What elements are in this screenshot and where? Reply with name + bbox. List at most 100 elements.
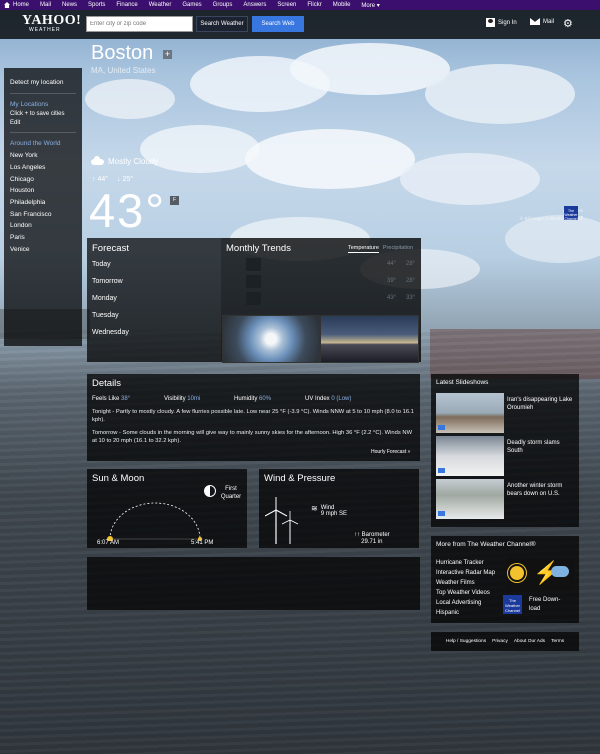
wind-icon: ≋ [311,504,318,513]
add-city-button[interactable]: + [163,50,172,59]
twc-link-local-advertising[interactable]: Local Advertising [436,598,495,608]
visibility-value: 10mi [187,396,201,402]
forecast-day-tomorrow[interactable]: Tomorrow [92,278,218,285]
twc-link-weather-films[interactable]: Weather Films [436,578,495,588]
trend-high: 43° [387,295,397,301]
trends-title: Monthly Trends [226,243,291,254]
twc-link-top-videos[interactable]: Top Weather Videos [436,588,495,598]
search-input[interactable] [86,16,193,32]
edit-locations-link[interactable]: Edit [10,119,76,128]
city-link-chicago[interactable]: Chicago [10,174,76,186]
tab-precipitation[interactable]: Precipitation [383,245,413,253]
footer-help-link[interactable]: Help / Suggestions [446,639,486,644]
city-link-new-york[interactable]: New York [10,150,76,162]
snow-cloud-icon [551,566,569,577]
city-link-venice[interactable]: Venice [10,244,76,256]
nav-screen[interactable]: Screen [277,2,296,8]
top-nav-bar: Home Mail News Sports Finance Weather Ga… [0,0,600,10]
forecast-day-tuesday[interactable]: Tuesday [92,312,218,319]
sunset-time: 5:41 PM [191,540,214,546]
nav-home[interactable]: Home [13,2,29,8]
nav-answers[interactable]: Answers [243,2,266,8]
city-link-san-francisco[interactable]: San Francisco [10,209,76,221]
divider [10,92,76,94]
nav-weather[interactable]: Weather [149,2,172,8]
unit-toggle-button[interactable]: F [170,196,179,205]
nav-mail[interactable]: Mail [40,2,51,8]
cloud-icon [91,155,104,165]
nav-groups[interactable]: Groups [213,2,233,8]
city-link-paris[interactable]: Paris [10,232,76,244]
twc-links: Hurricane Tracker Interactive Radar Map … [436,558,495,618]
footer-terms-link[interactable]: Terms [551,639,564,644]
wind-text: Wind 9 mph SE [321,505,347,517]
twc-app-promo[interactable]: The Weather Channel Free Down-load [503,592,573,618]
barometer-value: 29.71 in [361,539,383,545]
sign-in-link[interactable]: Sign In [486,18,517,27]
city-link-houston[interactable]: Houston [10,185,76,197]
footer-links: Help / Suggestions Privacy About Our Ads… [431,632,579,651]
nav-finance[interactable]: Finance [116,2,137,8]
slideshow-item[interactable]: Iran's disappearing Lake Oroumieh [436,393,574,433]
nav-more[interactable]: More ▾ [361,2,379,9]
wind-value: 9 mph SE [320,511,348,517]
feels-like-value: 38° [121,396,131,402]
nav-mobile[interactable]: Mobile [333,2,351,8]
weather-channel-panel: More from The Weather Channel® Hurricane… [431,536,579,623]
trend-row: 39° 28° [246,275,416,288]
humidity: Humidity 60% [234,396,272,402]
forecast-day-today[interactable]: Today [92,261,218,268]
camera-icon [438,425,445,430]
low-temp-value: 25° [122,176,134,183]
tab-temperature[interactable]: Temperature [348,245,379,253]
sunrise-time: 6:07 AM [97,540,120,546]
slideshow-caption: Deadly storm slams South [507,440,560,454]
person-icon [486,18,495,27]
details-title: Details [92,378,122,389]
sun-arc [107,502,203,541]
trend-high: 44° [387,261,397,267]
my-locations-heading[interactable]: My Locations [10,99,76,111]
city-link-los-angeles[interactable]: Los Angeles [10,162,76,174]
detect-location-link[interactable]: Detect my location [10,77,76,89]
forecast-day-wednesday[interactable]: Wednesday [92,329,218,336]
city-photo-thumbnail[interactable] [222,315,320,363]
details-metrics: Feels Like 38° Visibility 10mi Humidity … [92,396,351,402]
home-icon[interactable] [4,2,10,8]
camera-icon [438,511,445,516]
nav-flickr[interactable]: Flickr [307,2,321,8]
high-temp: ↑ 44° [92,176,109,183]
forecast-day-monday[interactable]: Monday [92,295,218,302]
twc-link-radar-map[interactable]: Interactive Radar Map [436,568,495,578]
footer-ads-link[interactable]: About Our Ads [514,639,545,644]
wind-pressure-title: Wind & Pressure [264,473,336,484]
twc-link-hispanic[interactable]: Hispanic [436,608,495,618]
mail-link[interactable]: Mail [530,18,554,25]
empty-panel [87,557,420,610]
twc-link-hurricane-tracker[interactable]: Hurricane Tracker [436,558,495,568]
slideshow-item[interactable]: Deadly storm slams South [436,436,574,476]
free-download-link[interactable]: Free Down-load [529,596,569,614]
hourly-forecast-link[interactable]: Hourly Forecast » [371,449,410,455]
twc-logo: The Weather Channel [503,595,522,614]
slideshow-item[interactable]: Another winter storm bears down on U.S. [436,479,574,519]
save-cities-hint: Click + to save cities [10,111,65,118]
weather-channel-badge[interactable]: The Weather Channel [564,206,578,221]
footer-privacy-link[interactable]: Privacy [492,639,508,644]
search-web-button[interactable]: Search Web [252,16,304,32]
slideshow-thumbnail [436,479,504,519]
nav-games[interactable]: Games [182,2,201,8]
city-night-photo-thumbnail[interactable] [320,315,419,363]
city-link-philadelphia[interactable]: Philadelphia [10,197,76,209]
twc-weather-icons[interactable]: ⚡ [506,558,574,591]
wind-pressure-panel: Wind & Pressure ≋ Wind 9 mph SE ↑↑ Barome… [259,469,419,548]
low-temp: ↓ 25° [117,176,134,183]
condition: Mostly Cloudy [91,155,158,166]
current-temperature: 43° [89,184,167,237]
nav-sports[interactable]: Sports [88,2,105,8]
moon-phase-label: First Quarter [220,486,242,500]
search-weather-button[interactable]: Search Weather [196,16,248,32]
city-link-london[interactable]: London [10,220,76,232]
nav-news[interactable]: News [62,2,77,8]
gear-icon[interactable]: ⚙ [563,19,573,30]
